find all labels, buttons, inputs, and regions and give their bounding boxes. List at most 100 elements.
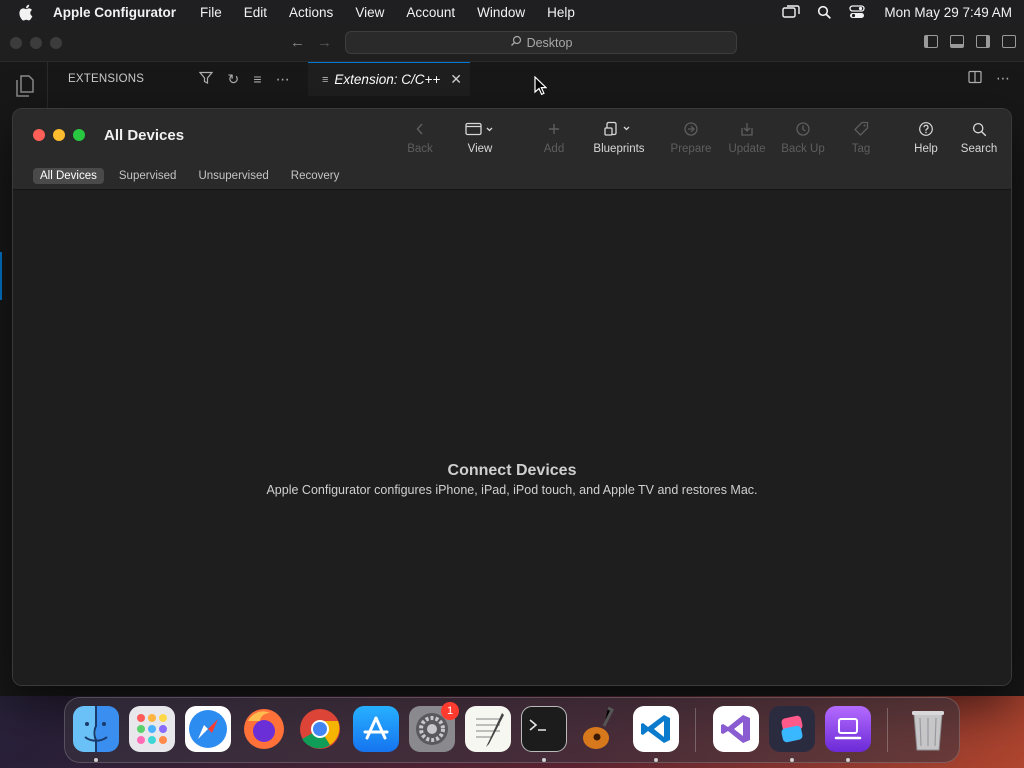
command-center-label: Desktop (526, 35, 573, 50)
scope-tab-unsupervised[interactable]: Unsupervised (191, 168, 275, 184)
toggle-panel-icon[interactable] (950, 35, 964, 48)
search-icon (972, 121, 987, 137)
vscode-layout-controls (924, 35, 1016, 48)
vscode-window-controls (10, 37, 62, 49)
garageband-icon[interactable] (577, 706, 623, 752)
dock-separator (695, 708, 696, 752)
scope-tab-supervised[interactable]: Supervised (112, 168, 184, 184)
filter-icon[interactable] (199, 71, 214, 88)
textedit-icon[interactable] (465, 706, 511, 752)
explorer-icon[interactable] (13, 74, 37, 101)
more-actions-icon[interactable]: ⋯ (996, 70, 1010, 87)
scope-tab-recovery[interactable]: Recovery (284, 168, 347, 184)
update-button[interactable]: Update (715, 121, 779, 161)
menu-app-name[interactable]: Apple Configurator (53, 5, 176, 20)
menu-window[interactable]: Window (477, 5, 525, 20)
terminal-icon[interactable] (521, 706, 567, 752)
launchpad-icon[interactable] (129, 706, 175, 752)
finder-icon[interactable] (73, 706, 119, 752)
toggle-primary-sidebar-icon[interactable] (924, 35, 938, 48)
scope-tab-all-devices[interactable]: All Devices (33, 168, 104, 184)
control-center-icon[interactable] (848, 4, 866, 20)
tag-icon (853, 121, 869, 137)
vscode-running-indicator (654, 758, 658, 762)
apple-configurator-icon[interactable] (825, 706, 871, 752)
search-icon (510, 35, 522, 50)
vscode-close-button[interactable] (10, 37, 22, 49)
vscode-zoom-button[interactable] (50, 37, 62, 49)
close-icon[interactable]: ✕ (450, 71, 462, 88)
vscode-minimize-button[interactable] (30, 37, 42, 49)
menu-view[interactable]: View (355, 5, 384, 20)
backup-label: Back Up (781, 143, 825, 155)
empty-state-title: Connect Devices (447, 462, 577, 479)
notification-badge: 1 (441, 702, 459, 720)
configurator-toolbar: All Devices Back View Add Blueprints Pre… (13, 109, 1011, 163)
refresh-icon[interactable]: ↻ (227, 71, 239, 88)
chevron-left-icon (415, 121, 425, 137)
prepare-button[interactable]: Prepare (659, 121, 723, 161)
window-controls (33, 129, 85, 141)
back-button[interactable]: Back (388, 121, 452, 161)
vscode-nav: ← → (290, 34, 332, 51)
plus-icon (547, 121, 561, 137)
menu-clock[interactable]: Mon May 29 7:49 AM (884, 5, 1012, 20)
spotlight-search-icon[interactable] (815, 4, 833, 20)
back-label: Back (407, 143, 433, 155)
dock-separator-trash (887, 708, 888, 752)
blueprint-icon (604, 121, 634, 137)
customize-layout-icon[interactable] (1002, 35, 1016, 48)
preview-icon: ≡ (322, 73, 329, 86)
app-store-icon[interactable] (353, 706, 399, 752)
chrome-icon[interactable] (297, 706, 343, 752)
view-label: View (467, 143, 493, 155)
visual-studio-icon[interactable] (713, 706, 759, 752)
more-icon[interactable]: ⋯ (276, 71, 290, 88)
vscode-titlebar: ← → Desktop (0, 24, 1024, 62)
arrow-left-icon[interactable]: ← (290, 34, 305, 51)
blueprints-label: Blueprints (593, 143, 645, 155)
blueprints-button[interactable]: Blueprints (587, 121, 651, 161)
update-icon (739, 121, 755, 137)
toggle-secondary-sidebar-icon[interactable] (976, 35, 990, 48)
backup-icon (795, 121, 811, 137)
search-label: Search (960, 143, 998, 155)
safari-icon[interactable] (185, 706, 231, 752)
editor-actions: ⋯ (968, 70, 1010, 87)
clear-icon[interactable]: ≡ (253, 71, 261, 88)
menu-actions[interactable]: Actions (289, 5, 333, 20)
view-button[interactable]: View (448, 121, 512, 161)
tag-button[interactable]: Tag (829, 121, 893, 161)
zoom-window-button[interactable] (73, 129, 85, 141)
shortcuts-running-indicator (790, 758, 794, 762)
update-label: Update (728, 143, 766, 155)
apple-menu-icon[interactable] (18, 4, 34, 20)
add-label: Add (543, 143, 565, 155)
editor-tab-label: Extension: C/C++ (334, 72, 441, 87)
screen-mirroring-icon[interactable] (782, 4, 801, 20)
menu-account[interactable]: Account (406, 5, 455, 20)
extensions-title: EXTENSIONS (68, 73, 145, 85)
arrow-right-icon[interactable]: → (317, 34, 332, 51)
help-icon (918, 121, 934, 137)
menu-file[interactable]: File (200, 5, 222, 20)
search-button[interactable]: Search (947, 121, 1011, 161)
minimize-window-button[interactable] (53, 129, 65, 141)
split-editor-icon[interactable] (968, 70, 982, 87)
menu-edit[interactable]: Edit (244, 5, 267, 20)
editor-tab-extension[interactable]: ≡ Extension: C/C++ ✕ (308, 62, 470, 96)
help-label: Help (914, 143, 938, 155)
firefox-icon[interactable] (241, 706, 287, 752)
trash-icon[interactable] (905, 706, 951, 752)
close-window-button[interactable] (33, 129, 45, 141)
vscode-icon[interactable] (633, 706, 679, 752)
devices-content-area: Connect Devices Apple Configurator confi… (13, 191, 1011, 685)
backup-button[interactable]: Back Up (771, 121, 835, 161)
menu-help[interactable]: Help (547, 5, 575, 20)
vscode-command-center[interactable]: Desktop (345, 31, 737, 54)
shortcuts-icon[interactable] (769, 706, 815, 752)
extensions-sidebar-header: EXTENSIONS ↻ ≡ ⋯ (48, 62, 300, 96)
view-options-icon (465, 121, 495, 137)
apple-configurator-window: All Devices Back View Add Blueprints Pre… (12, 108, 1012, 686)
add-button[interactable]: Add (522, 121, 586, 161)
